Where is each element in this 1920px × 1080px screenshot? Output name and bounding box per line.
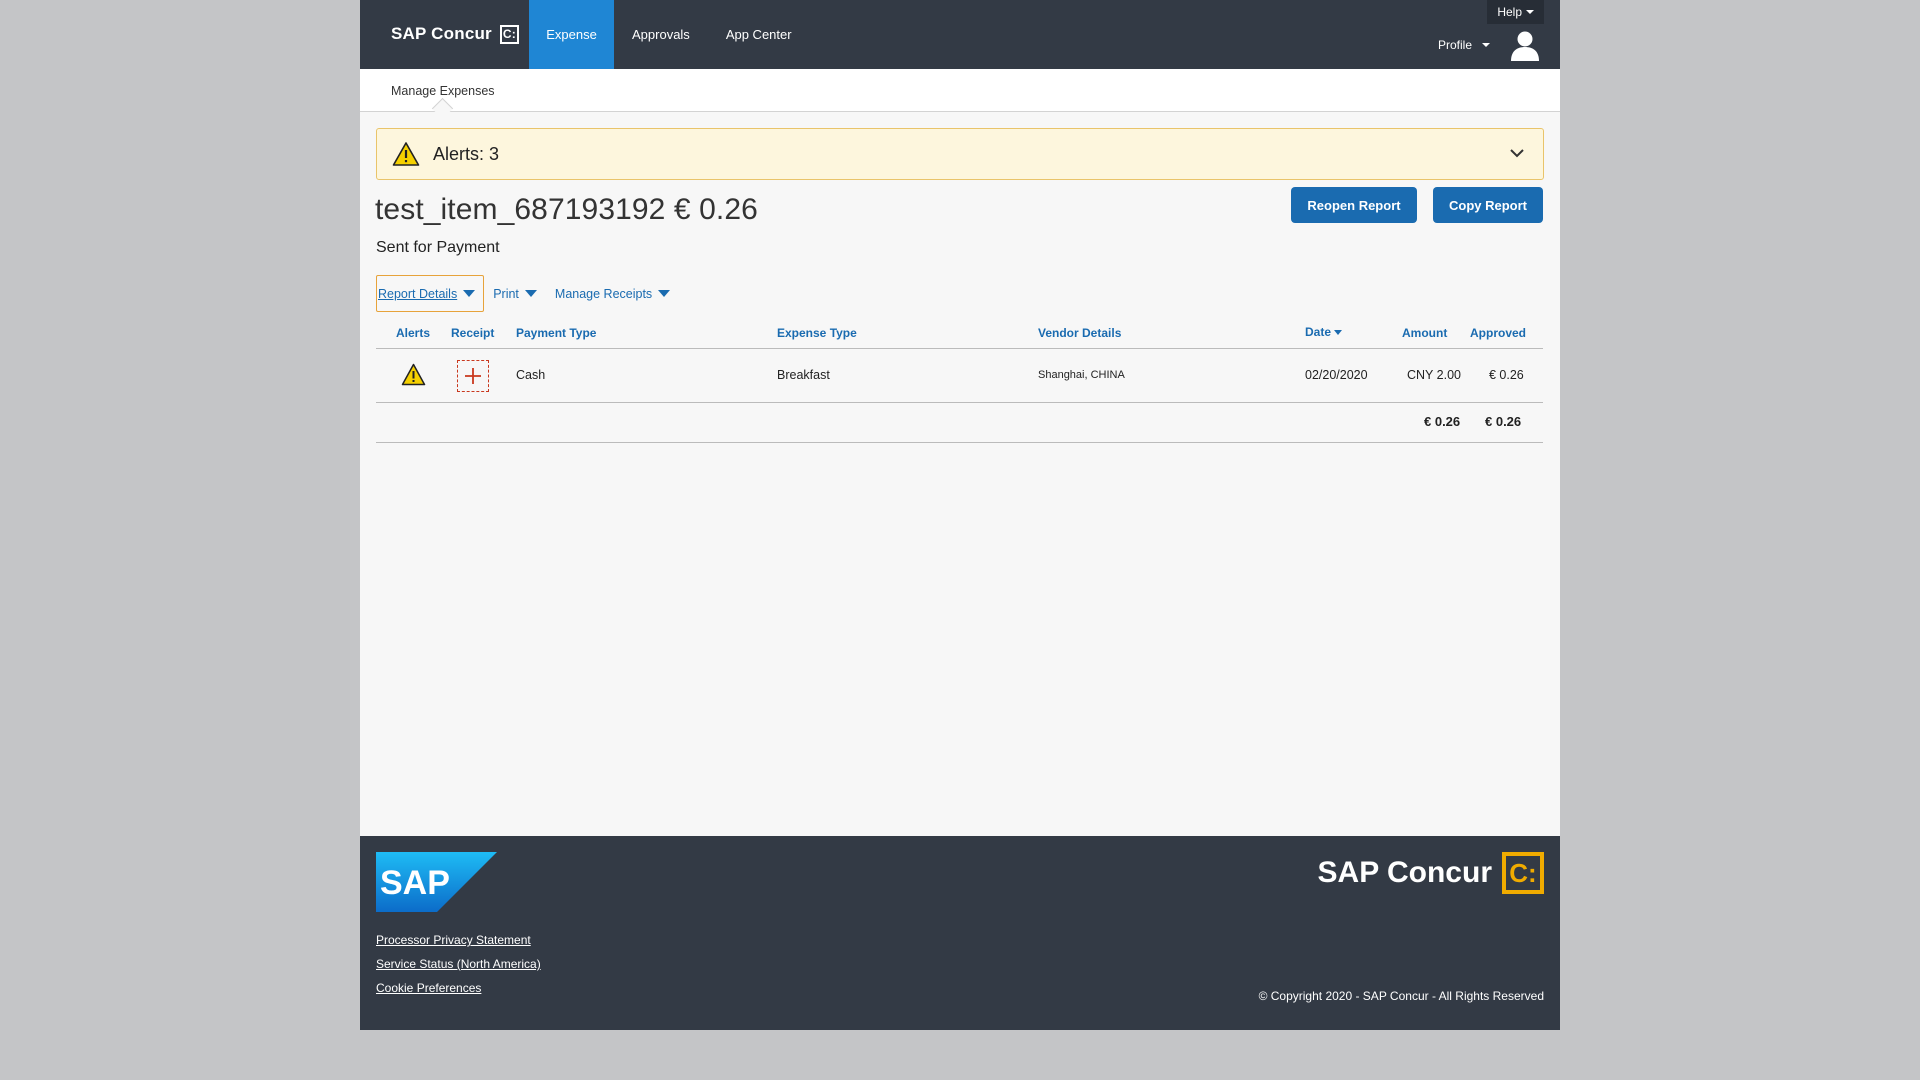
cell-approved: € 0.26 [1489, 368, 1524, 382]
caret-down-icon [463, 290, 476, 297]
nav-tab-expense[interactable]: Expense [529, 0, 614, 69]
copyright-text: © Copyright 2020 - SAP Concur - All Righ… [1258, 989, 1544, 1003]
privacy-statement-link[interactable]: Processor Privacy Statement [376, 933, 541, 947]
nav-tab-approvals[interactable]: Approvals [614, 0, 708, 69]
col-payment-type[interactable]: Payment Type [516, 326, 596, 340]
table-header: Alerts Receipt Payment Type Expense Type… [376, 322, 1543, 349]
cell-vendor-details: Shanghai, CHINA [1038, 369, 1125, 381]
chevron-down-icon [1482, 43, 1490, 47]
print-menu[interactable]: Print [484, 276, 546, 311]
report-details-menu[interactable]: Report Details [376, 275, 485, 312]
col-date-label: Date [1305, 325, 1332, 339]
reopen-report-button[interactable]: Reopen Report [1291, 187, 1417, 223]
total-approved: € 0.26 [1485, 414, 1522, 429]
col-receipt[interactable]: Receipt [451, 326, 494, 340]
help-menu[interactable]: Help [1487, 0, 1544, 24]
report-toolbar: Report Details Print Manage Receipts [376, 275, 679, 312]
cell-date: 02/20/2020 [1305, 368, 1368, 382]
chevron-down-icon[interactable] [1509, 145, 1525, 161]
print-label: Print [493, 286, 519, 301]
col-amount[interactable]: Amount [1402, 326, 1447, 340]
concur-mark-icon: C: [1502, 852, 1544, 894]
cookie-preferences-link[interactable]: Cookie Preferences [376, 981, 541, 995]
report-details-label: Report Details [378, 286, 458, 301]
profile-menu[interactable]: Profile [1438, 38, 1490, 52]
col-alerts[interactable]: Alerts [396, 326, 430, 340]
footer-brand-logo: SAP Concur C: [1318, 852, 1544, 894]
expense-table: Alerts Receipt Payment Type Expense Type… [376, 322, 1543, 443]
cell-expense-type: Breakfast [777, 368, 830, 382]
top-navigation-bar: SAP Concur C: Expense Approvals App Cent… [360, 0, 1560, 69]
report-status: Sent for Payment [376, 239, 500, 256]
cell-amount: CNY 2.00 [1407, 368, 1461, 382]
caret-down-icon [658, 290, 671, 297]
col-approved[interactable]: Approved [1470, 326, 1526, 340]
profile-label: Profile [1437, 38, 1472, 52]
app-container: SAP Concur C: Expense Approvals App Cent… [360, 0, 1560, 1030]
col-date[interactable]: Date [1305, 325, 1343, 339]
footer-brand-name: SAP Concur [1317, 856, 1492, 889]
sort-desc-icon [1334, 330, 1343, 336]
brand-name: SAP Concur [391, 24, 492, 43]
user-avatar-icon[interactable] [1510, 30, 1540, 62]
footer-links: Processor Privacy Statement Service Stat… [376, 933, 541, 1005]
report-title: test_item_687193192 € 0.26 [375, 193, 758, 226]
total-amount: € 0.26 [1424, 414, 1461, 429]
help-label: Help [1497, 5, 1522, 19]
manage-receipts-menu[interactable]: Manage Receipts [546, 276, 679, 311]
warning-icon[interactable] [401, 363, 426, 386]
subnav-manage-expenses[interactable]: Manage Expenses [391, 84, 495, 98]
alerts-count: Alerts: 3 [433, 143, 500, 164]
col-vendor-details[interactable]: Vendor Details [1038, 326, 1121, 340]
chevron-down-icon [1526, 10, 1534, 14]
totals-row: € 0.26 € 0.26 [376, 403, 1543, 443]
warning-icon [392, 142, 420, 166]
sub-navigation-bar: Manage Expenses [360, 69, 1560, 112]
main-nav: Expense Approvals App Center [529, 0, 810, 69]
service-status-link[interactable]: Service Status (North America) [376, 957, 541, 971]
brand-logo[interactable]: SAP Concur C: [391, 24, 519, 44]
table-row[interactable]: Cash Breakfast Shanghai, CHINA 02/20/202… [376, 349, 1543, 403]
footer: SAP Processor Privacy Statement Service … [360, 836, 1560, 1030]
sap-logo[interactable]: SAP [376, 852, 497, 912]
alerts-panel[interactable]: Alerts: 3 [376, 128, 1544, 180]
sap-logo-text: SAP [380, 864, 450, 902]
nav-tab-app-center[interactable]: App Center [708, 0, 810, 69]
concur-mark-icon: C: [499, 24, 519, 44]
copy-report-button[interactable]: Copy Report [1433, 187, 1543, 223]
plus-icon [465, 368, 481, 384]
manage-receipts-label: Manage Receipts [554, 286, 653, 301]
add-receipt-button[interactable] [457, 360, 489, 392]
cell-payment-type: Cash [516, 368, 546, 382]
caret-down-icon [524, 290, 537, 297]
col-expense-type[interactable]: Expense Type [777, 326, 857, 340]
